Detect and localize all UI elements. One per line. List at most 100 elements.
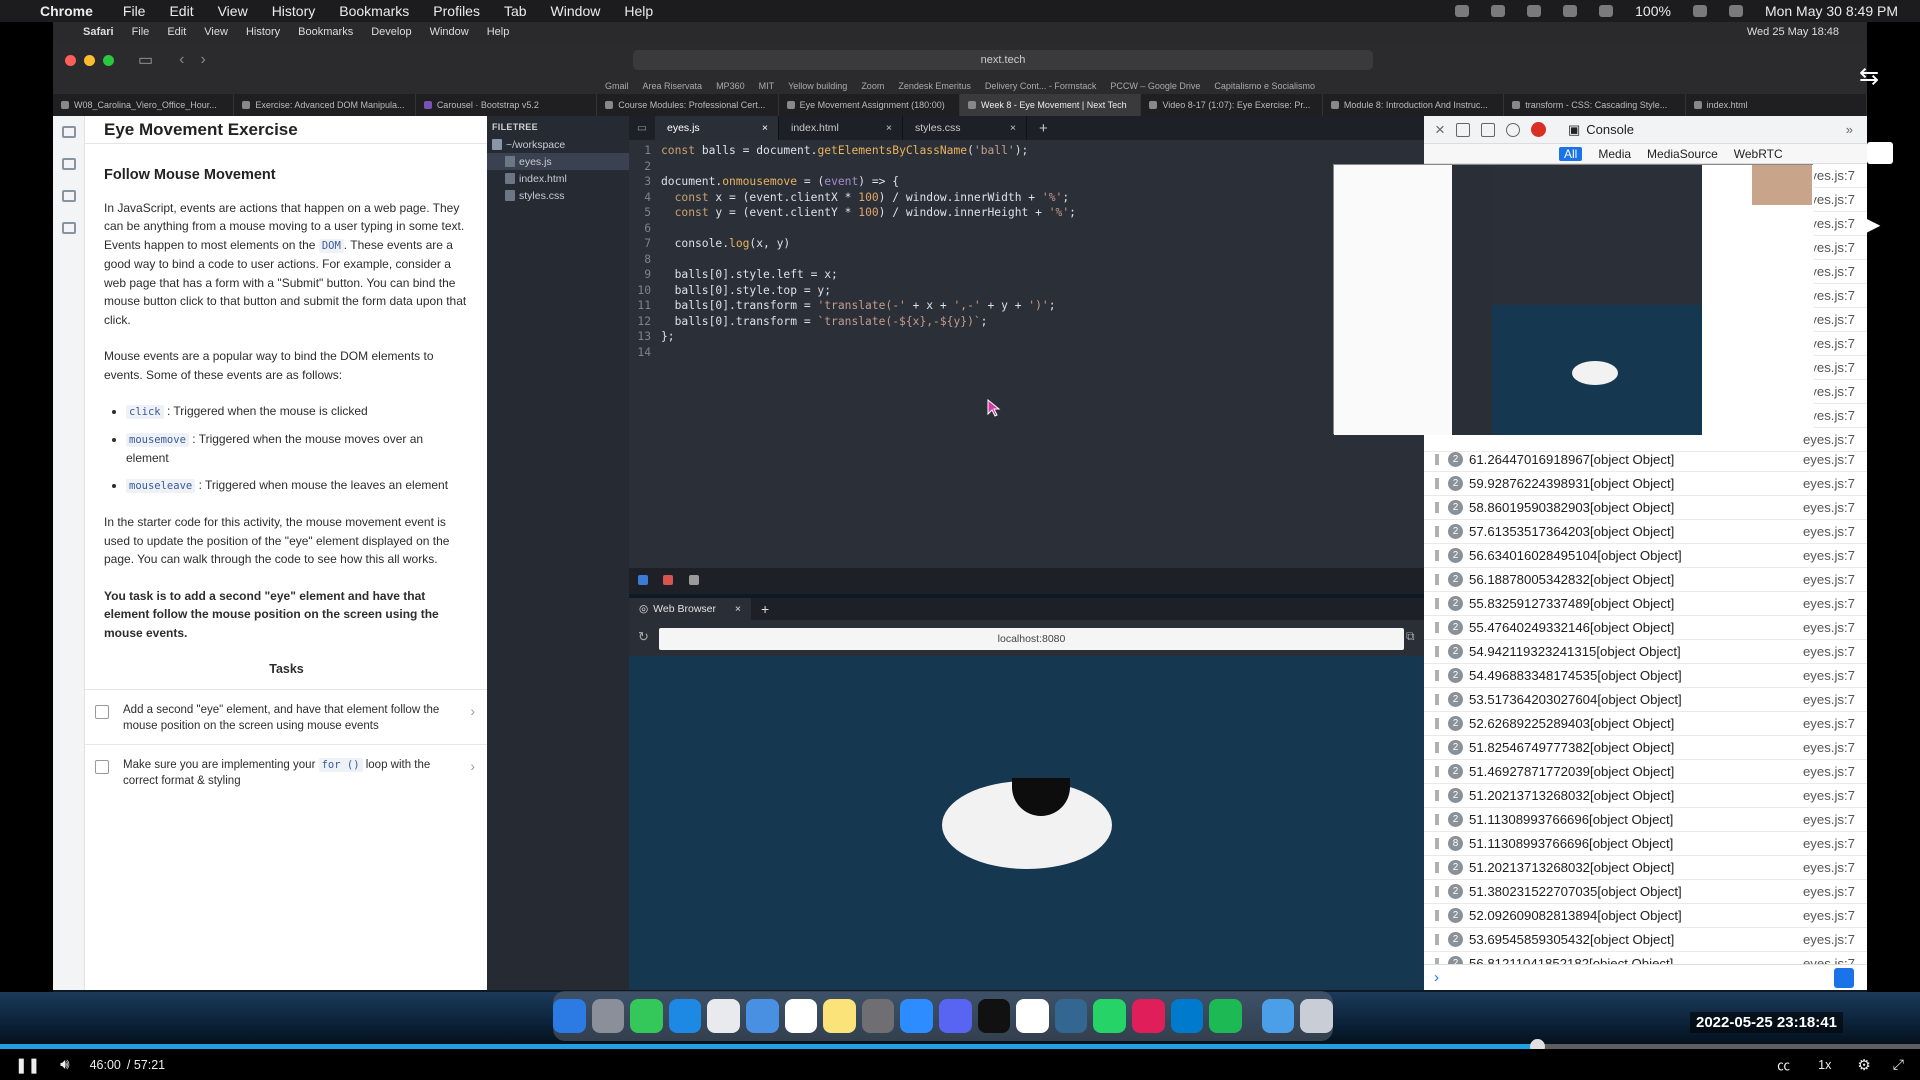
fullscreen-icon[interactable]: ⤢ bbox=[1893, 1056, 1904, 1073]
console-log-source[interactable]: eyes.js:7 bbox=[1803, 596, 1855, 611]
menubar-app-name[interactable]: Chrome bbox=[40, 3, 93, 19]
discord-icon[interactable] bbox=[939, 999, 972, 1033]
scroll-bottom-icon[interactable] bbox=[1834, 968, 1854, 988]
console-log-row[interactable]: 2 55.83259127337489[object Object] eyes.js… bbox=[1424, 592, 1867, 616]
close-icon[interactable]: × bbox=[735, 603, 741, 615]
folder-icon[interactable]: ▭ bbox=[629, 116, 655, 140]
console-log-source[interactable]: eyes.js:7 bbox=[1803, 908, 1855, 923]
folder-row[interactable]: ~/workspace bbox=[487, 136, 629, 153]
battery-percent[interactable]: 100% bbox=[1635, 3, 1671, 19]
vscode-icon[interactable] bbox=[1170, 999, 1204, 1033]
menubar-clock[interactable]: Mon May 30 8:49 PM bbox=[1765, 3, 1898, 19]
console-log-row[interactable]: 2 61.26447016918967[object Object] eyes.js… bbox=[1424, 448, 1867, 472]
console-log-source[interactable]: eyes.js:7 bbox=[1803, 812, 1855, 827]
console-log-row[interactable]: 2 51.11308993766696[object Object] eyes.js… bbox=[1424, 808, 1867, 832]
chevron-right-icon[interactable]: › bbox=[470, 702, 475, 721]
url-input[interactable]: localhost:8080 bbox=[659, 628, 1404, 650]
battery-icon[interactable] bbox=[1692, 5, 1707, 17]
settings-icon[interactable] bbox=[861, 999, 895, 1033]
menu-bookmarks[interactable]: Bookmarks bbox=[339, 3, 409, 19]
console-log-source[interactable]: eyes.js:7 bbox=[1803, 548, 1855, 563]
gear-icon[interactable]: ⚙ bbox=[1857, 1056, 1870, 1074]
console-log-source[interactable]: eyes.js:7 bbox=[1803, 716, 1855, 731]
menu-file[interactable]: File bbox=[123, 3, 146, 19]
mail-icon[interactable] bbox=[746, 999, 779, 1033]
console-log-source[interactable]: eyes.js:7 bbox=[1803, 836, 1855, 851]
menu-edit[interactable]: Edit bbox=[169, 3, 193, 19]
slack-icon[interactable] bbox=[1131, 999, 1165, 1033]
console-log-row[interactable]: 2 51.82546749777382[object Object] eyes.js… bbox=[1424, 736, 1867, 760]
console-log-source[interactable]: eyes.js:7 bbox=[1803, 932, 1855, 947]
console-log-row[interactable]: 2 52.092609082813894[object Object] eyes.j… bbox=[1424, 904, 1867, 928]
console-log-row[interactable]: 2 56.18878005342832[object Object] eyes.js… bbox=[1424, 568, 1867, 592]
close-icon[interactable]: × bbox=[762, 122, 768, 134]
close-icon[interactable]: × bbox=[886, 122, 892, 134]
more-tabs-icon[interactable]: » bbox=[1846, 122, 1853, 137]
task-checkbox[interactable] bbox=[95, 759, 109, 774]
captions-icon[interactable]: ㏄ bbox=[1777, 1055, 1790, 1074]
search-icon[interactable] bbox=[1728, 5, 1743, 17]
chevron-right-icon[interactable]: › bbox=[470, 757, 475, 776]
console-log-row[interactable]: 2 51.46927871772039[object Object] eyes.js… bbox=[1424, 760, 1867, 784]
chrome-icon[interactable] bbox=[707, 999, 741, 1033]
console-log-source[interactable]: eyes.js:7 bbox=[1803, 644, 1855, 659]
close-icon[interactable]: × bbox=[1010, 122, 1016, 134]
edit-icon[interactable] bbox=[638, 575, 648, 585]
editor-tab[interactable]: styles.css × bbox=[903, 116, 1027, 140]
task-item[interactable]: Add a second "eye" element, and have tha… bbox=[85, 688, 487, 744]
file-row[interactable]: index.html bbox=[487, 170, 629, 187]
console-log-row[interactable]: 8 51.11308993766696[object Object] eyes.js… bbox=[1424, 832, 1867, 856]
error-icon[interactable] bbox=[1530, 122, 1546, 137]
console-log-row[interactable]: 2 55.47640249332146[object Object] eyes.js… bbox=[1424, 616, 1867, 640]
console-log-row[interactable]: 2 54.496883348174535[object Object] eyes.j… bbox=[1424, 664, 1867, 688]
console-log-source[interactable]: eyes.js:7 bbox=[1803, 788, 1855, 803]
download-icon[interactable] bbox=[689, 575, 699, 585]
console-log-row[interactable]: 2 54.942119323241315[object Object] eyes.j… bbox=[1424, 640, 1867, 664]
console-log-source[interactable]: eyes.js:7 bbox=[1803, 524, 1855, 539]
trash-icon[interactable] bbox=[1300, 999, 1333, 1033]
add-tab-icon[interactable]: + bbox=[761, 601, 769, 617]
console-log-row[interactable]: 2 58.86019590382903[object Object] eyes.js… bbox=[1424, 496, 1867, 520]
dock-icon[interactable] bbox=[1455, 122, 1470, 137]
console-log-row[interactable]: 2 51.380231522707035[object Object] eyes.j… bbox=[1424, 880, 1867, 904]
filter-webrtc[interactable]: WebRTC bbox=[1734, 147, 1783, 161]
add-tab-icon[interactable]: + bbox=[1027, 116, 1048, 140]
console-log-source[interactable]: eyes.js:7 bbox=[1803, 884, 1855, 899]
folder-icon[interactable] bbox=[1261, 999, 1295, 1033]
status-icon[interactable] bbox=[1455, 5, 1470, 17]
messages-icon[interactable] bbox=[630, 999, 663, 1033]
notes-icon[interactable] bbox=[823, 999, 856, 1033]
editor-tab[interactable]: index.html × bbox=[779, 116, 903, 140]
filter-mediasource[interactable]: MediaSource bbox=[1647, 147, 1718, 161]
console-log-row[interactable]: 2 59.92876224398931[object Object] eyes.js… bbox=[1424, 472, 1867, 496]
safari-icon[interactable] bbox=[668, 999, 702, 1033]
filter-all[interactable]: All bbox=[1559, 146, 1583, 161]
file-row[interactable]: styles.css bbox=[487, 187, 629, 204]
console-log-source[interactable]: eyes.js:7 bbox=[1803, 668, 1855, 683]
bluetooth-icon[interactable] bbox=[1599, 5, 1614, 17]
console-log-row[interactable]: 2 53.517364203027604[object Object] eyes.j… bbox=[1424, 688, 1867, 712]
play-icon[interactable] bbox=[1527, 5, 1542, 17]
console-log-row[interactable]: 2 51.20213713268032[object Object] eyes.js… bbox=[1424, 784, 1867, 808]
cloud-icon[interactable] bbox=[1491, 5, 1506, 17]
launchpad-icon[interactable] bbox=[591, 999, 625, 1033]
wifi-icon[interactable] bbox=[1563, 5, 1578, 17]
console-log-source[interactable]: eyes.js:7 bbox=[1803, 500, 1855, 515]
zoom-icon[interactable] bbox=[900, 999, 933, 1033]
open-external-icon[interactable]: ⧉ bbox=[1406, 629, 1415, 644]
console-log-source[interactable]: eyes.js:7 bbox=[1803, 692, 1855, 707]
console-log-row[interactable]: 2 52.62689225289403[object Object] eyes.js… bbox=[1424, 712, 1867, 736]
expand-arrows-icon[interactable]: ⇆ bbox=[1859, 62, 1879, 91]
finder-icon[interactable] bbox=[553, 999, 586, 1033]
notion-icon[interactable] bbox=[1016, 999, 1049, 1033]
file-row[interactable]: eyes.js bbox=[487, 153, 629, 170]
pip-toggle-icon[interactable] bbox=[1867, 142, 1893, 164]
whatsapp-icon[interactable] bbox=[1093, 999, 1126, 1033]
close-icon[interactable]: × bbox=[1435, 120, 1445, 140]
layers-icon[interactable] bbox=[1480, 122, 1495, 137]
menu-help[interactable]: Help bbox=[624, 3, 653, 19]
code-editor[interactable]: 1 const balls = document.getElementsByCla… bbox=[629, 140, 1424, 568]
console-log-source[interactable]: eyes.js:7 bbox=[1803, 620, 1855, 635]
console-log-source[interactable]: eyes.js:7 bbox=[1803, 572, 1855, 587]
console-log-row[interactable]: 2 51.20213713268032[object Object] eyes.js… bbox=[1424, 856, 1867, 880]
